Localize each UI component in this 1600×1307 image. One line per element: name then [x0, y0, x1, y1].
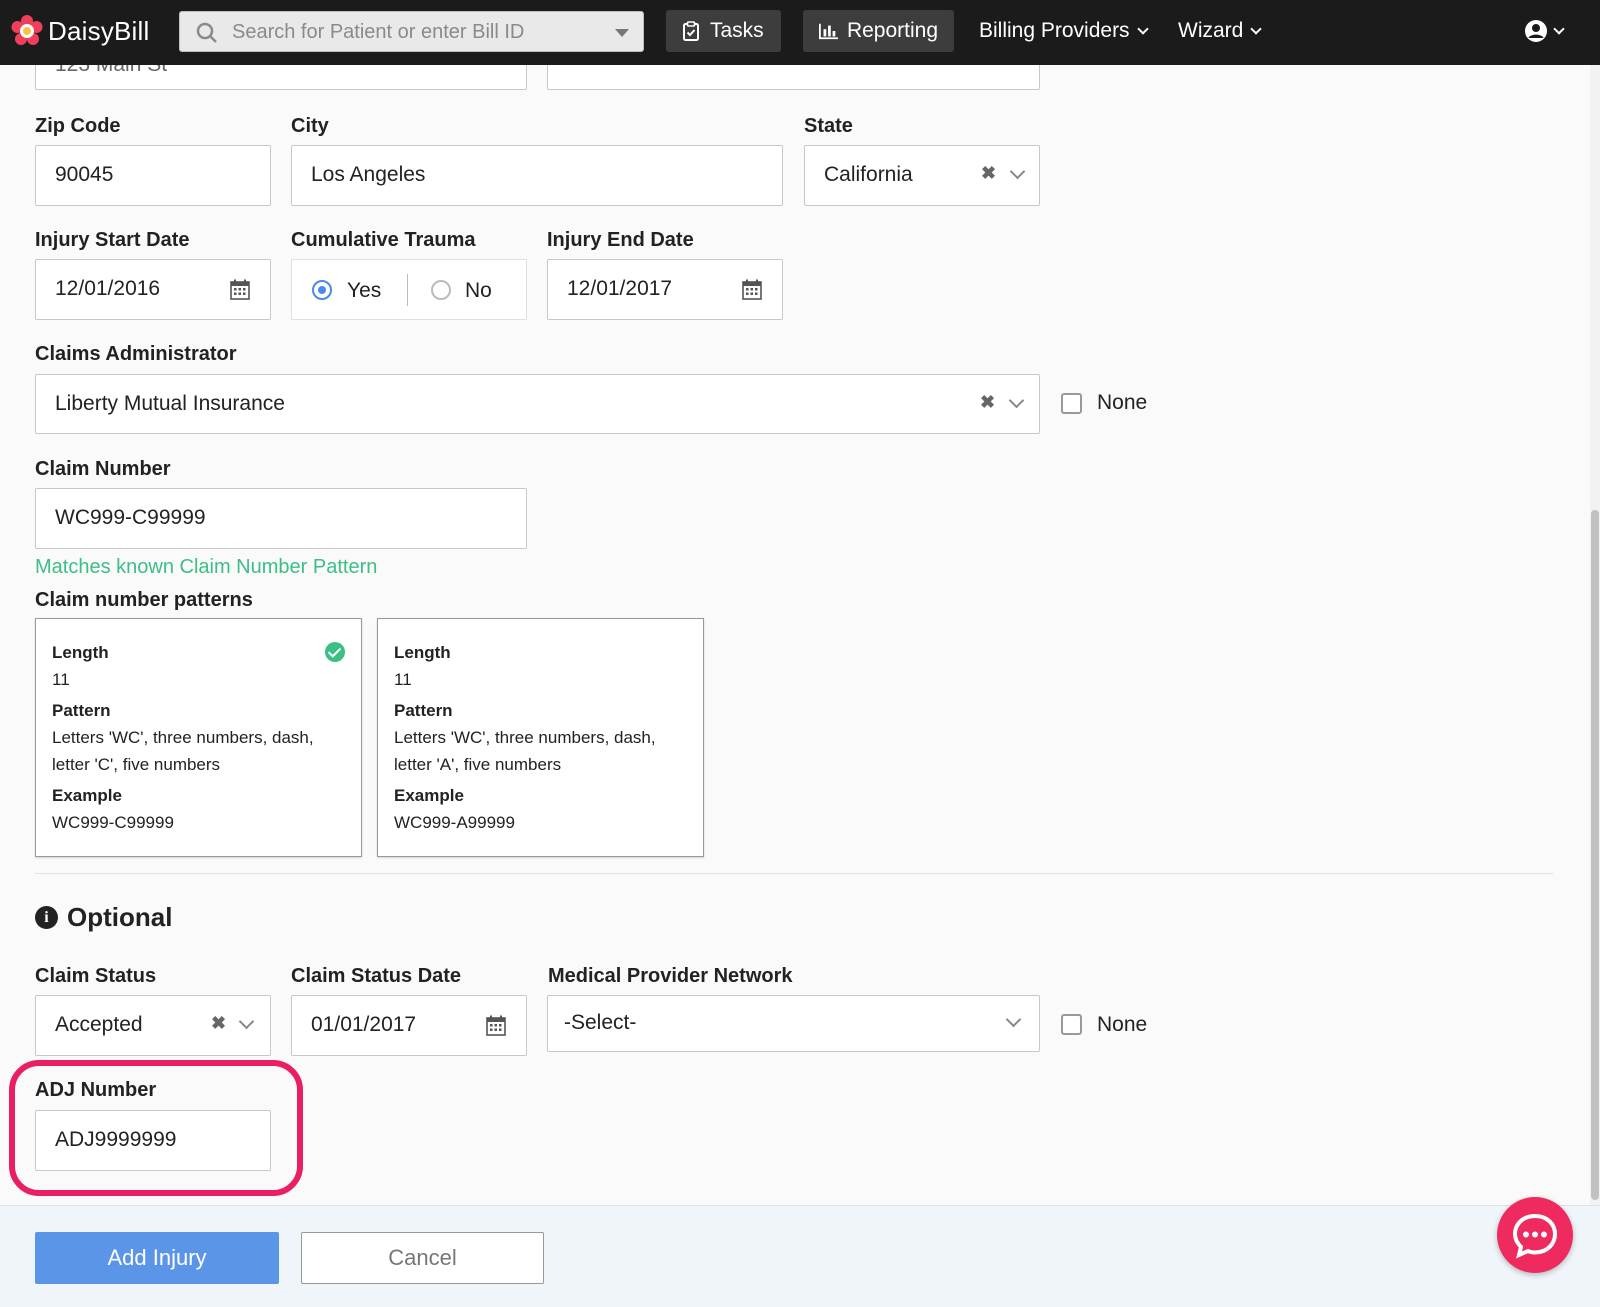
injury-end-label: Injury End Date	[547, 229, 694, 251]
pattern-example-label: Example	[52, 786, 122, 805]
radio-separator	[407, 274, 408, 306]
chevron-down-icon[interactable]	[1005, 1011, 1022, 1028]
pattern-example-value: WC999-A99999	[394, 813, 515, 832]
claim-status-date-field[interactable]: 01/01/2017	[291, 995, 527, 1056]
chat-bubble-icon	[1512, 1213, 1558, 1259]
injury-end-value: 12/01/2017	[567, 277, 673, 300]
claims-admin-none-checkbox[interactable]	[1061, 393, 1082, 414]
claim-status-select[interactable]: Accepted ✖	[35, 995, 271, 1056]
claim-patterns-title: Claim number patterns	[35, 589, 253, 611]
claim-number-label: Claim Number	[35, 458, 171, 480]
state-select[interactable]: California ✖	[804, 145, 1040, 206]
calendar-icon[interactable]	[486, 1015, 506, 1036]
injury-start-value: 12/01/2016	[55, 277, 161, 300]
pattern-label: Pattern	[52, 701, 111, 720]
mpn-value: -Select-	[564, 1011, 637, 1034]
section-divider	[35, 873, 1553, 874]
pattern-description-1: Letters 'WC', three numbers, dash,	[394, 728, 656, 747]
radio-yes-label[interactable]: Yes	[347, 279, 381, 303]
claims-admin-label: Claims Administrator	[35, 343, 237, 365]
mpn-none-checkbox[interactable]	[1061, 1014, 1082, 1035]
calendar-icon[interactable]	[742, 279, 762, 300]
chevron-down-icon[interactable]	[238, 1013, 255, 1030]
city-label: City	[291, 115, 329, 137]
zip-value: 90045	[55, 163, 114, 186]
claim-status-value: Accepted	[55, 1013, 143, 1036]
injury-end-date-field[interactable]: 12/01/2017	[547, 259, 783, 320]
search-input[interactable]	[232, 16, 592, 48]
clear-icon[interactable]: ✖	[981, 163, 996, 184]
claim-status-date-value: 01/01/2017	[311, 1013, 417, 1036]
pattern-card-1[interactable]: Length 11 Pattern Letters 'WC', three nu…	[35, 618, 362, 857]
pattern-label: Pattern	[394, 701, 453, 720]
clear-icon[interactable]: ✖	[211, 1013, 226, 1034]
chevron-down-icon[interactable]	[1008, 392, 1025, 409]
mpn-label: Medical Provider Network	[548, 965, 793, 987]
pattern-example-label: Example	[394, 786, 464, 805]
claim-number-match-note: Matches known Claim Number Pattern	[35, 556, 378, 578]
pattern-description-1: Letters 'WC', three numbers, dash,	[52, 728, 314, 747]
optional-title-text: Optional	[67, 902, 173, 932]
pattern-example-value: WC999-C99999	[52, 813, 174, 832]
mpn-none-label[interactable]: None	[1097, 1013, 1147, 1037]
claim-number-field[interactable]: WC999-C99999	[35, 488, 527, 549]
mpn-select[interactable]: -Select-	[547, 995, 1040, 1052]
claims-admin-select[interactable]: Liberty Mutual Insurance ✖	[35, 374, 1040, 434]
pattern-length-label: Length	[394, 643, 451, 662]
cumulative-trauma-label: Cumulative Trauma	[291, 229, 476, 251]
calendar-icon[interactable]	[230, 279, 250, 300]
claims-admin-value: Liberty Mutual Insurance	[55, 392, 285, 415]
injury-start-label: Injury Start Date	[35, 229, 190, 251]
radio-yes[interactable]	[312, 280, 332, 300]
check-circle-icon	[325, 642, 345, 662]
pattern-length-label: Length	[52, 643, 109, 662]
injury-start-date-field[interactable]: 12/01/2016	[35, 259, 271, 320]
radio-no-label[interactable]: No	[465, 279, 492, 303]
pattern-card-2[interactable]: Length 11 Pattern Letters 'WC', three nu…	[377, 618, 704, 857]
zip-label: Zip Code	[35, 115, 121, 137]
pattern-length-value: 11	[52, 670, 70, 689]
city-value: Los Angeles	[311, 163, 426, 186]
optional-section-title: i Optional	[35, 902, 172, 933]
state-label: State	[804, 115, 853, 137]
pattern-length-value: 11	[394, 670, 412, 689]
radio-no[interactable]	[431, 280, 451, 300]
state-value: California	[824, 163, 913, 186]
add-injury-button[interactable]: Add Injury	[35, 1232, 279, 1284]
patient-search-box-overlay	[179, 11, 644, 52]
claims-admin-none-label[interactable]: None	[1097, 391, 1147, 415]
cumulative-trauma-radio-group: Yes No	[291, 259, 527, 320]
claim-number-value: WC999-C99999	[55, 506, 206, 529]
zip-field[interactable]: 90045	[35, 145, 271, 206]
info-icon: i	[35, 906, 58, 929]
pattern-description-2: letter 'C', five numbers	[52, 755, 221, 774]
pattern-description-2: letter 'A', five numbers	[394, 755, 562, 774]
chevron-down-icon[interactable]	[1009, 163, 1026, 180]
city-field[interactable]: Los Angeles	[291, 145, 783, 206]
claim-status-label: Claim Status	[35, 965, 157, 987]
chat-button[interactable]	[1497, 1197, 1573, 1273]
clear-icon[interactable]: ✖	[980, 392, 995, 413]
claim-status-date-label: Claim Status Date	[291, 965, 462, 987]
cancel-button[interactable]: Cancel	[301, 1232, 544, 1284]
adj-number-highlight	[9, 1060, 303, 1196]
scrollbar-thumb[interactable]	[1591, 510, 1599, 1200]
